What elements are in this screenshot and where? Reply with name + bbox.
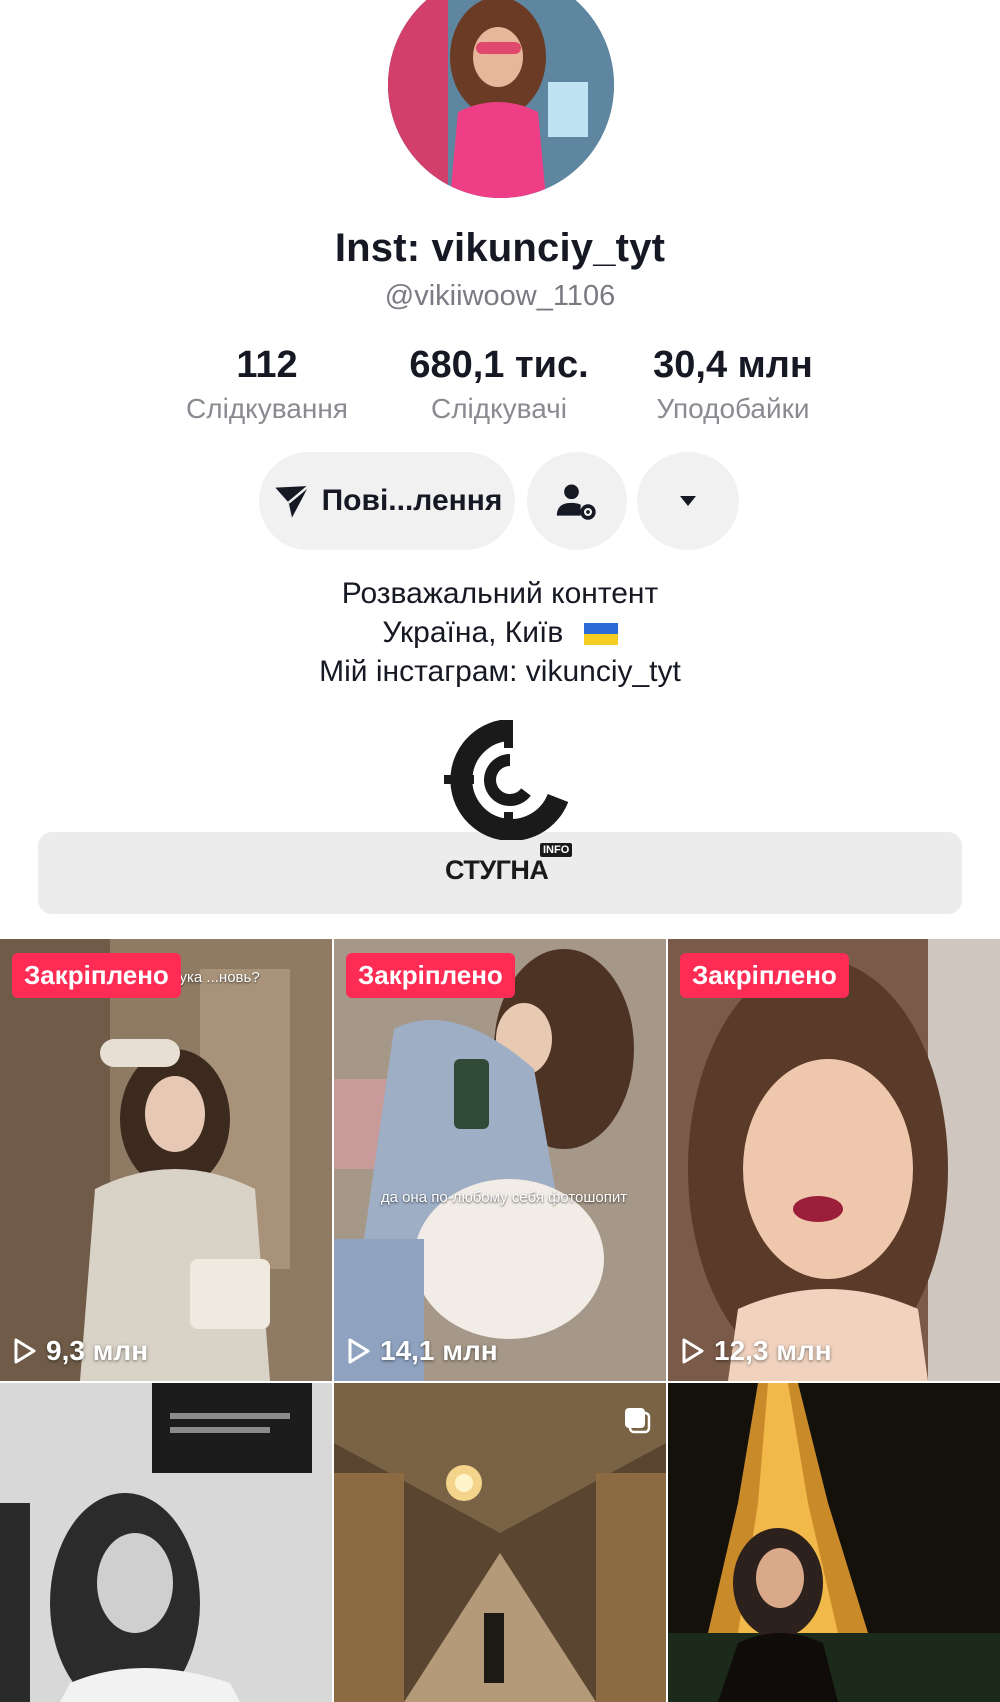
watermark-text: СТУГНА	[445, 855, 549, 885]
pinned-badge-1: Закріплено	[12, 953, 181, 998]
video-tile-3[interactable]: Закріплено 12,3 млн	[668, 939, 1000, 1381]
video-thumbnail-1	[0, 939, 332, 1381]
video-tile-6[interactable]	[668, 1383, 1000, 1702]
view-count-text-3: 12,3 млн	[714, 1335, 832, 1366]
video-thumbnail-6	[668, 1383, 1000, 1702]
video-thumbnail-5	[334, 1383, 666, 1702]
stat-following-label: Слідкування	[186, 393, 348, 424]
view-count-2: 14,1 млн	[346, 1335, 498, 1367]
profile-avatar[interactable]	[388, 0, 614, 198]
avatar-image	[388, 0, 614, 198]
play-icon	[682, 1338, 704, 1364]
stat-likes-value: 30,4 млн	[653, 344, 813, 386]
user-gear-icon	[556, 484, 596, 520]
play-icon	[14, 1338, 36, 1364]
message-button[interactable]: Пові...лення	[259, 452, 515, 550]
bio-line-3[interactable]: Мій інстаграм: vikunciy_tyt	[0, 655, 1000, 689]
stat-following-value: 112	[236, 344, 298, 386]
username: @vikiiwoow_1106	[384, 280, 616, 312]
crosshair-logo-icon	[444, 719, 569, 841]
caret-down-icon	[680, 496, 696, 506]
view-count-1: 9,3 млн	[12, 1335, 148, 1367]
video-thumbnail-3	[668, 939, 1000, 1381]
view-count-3: 12,3 млн	[680, 1335, 832, 1367]
ukraine-flag-icon	[583, 623, 618, 646]
stat-followers-value: 680,1 тис.	[409, 344, 589, 386]
stat-likes-label: Уподобайки	[656, 393, 810, 424]
stat-followers-label: Слідкувачі	[430, 393, 567, 424]
stat-likes[interactable]: 30,4 млн Уподобайки	[608, 344, 858, 425]
video-caption-2: да она по-любому себя фотошопит	[380, 1189, 628, 1206]
pinned-badge-2: Закріплено	[346, 953, 515, 998]
watermark-sup: INFO	[540, 843, 573, 857]
bio-line-1: Розважальний контент	[341, 577, 659, 610]
send-icon	[274, 485, 310, 518]
bio-location: Україна, Київ	[382, 616, 564, 649]
stat-followers[interactable]: 680,1 тис. Слідкувачі	[374, 344, 624, 425]
more-button[interactable]	[637, 452, 739, 550]
video-tile-5[interactable]	[334, 1383, 666, 1702]
video-tile-4[interactable]	[0, 1383, 332, 1702]
display-name: Inst: vikunciy_tyt	[334, 226, 666, 270]
view-count-text-2: 14,1 млн	[380, 1335, 498, 1366]
bio-line-2: Україна, Київ	[0, 616, 1000, 650]
video-thumbnail-4	[0, 1383, 332, 1702]
pinned-badge-3: Закріплено	[680, 953, 849, 998]
video-thumbnail-2	[334, 939, 666, 1381]
view-count-text-1: 9,3 млн	[46, 1335, 149, 1366]
video-tile-2[interactable]: да она по-любому себя фотошопит Закріпле…	[334, 939, 666, 1381]
add-friend-button[interactable]	[527, 452, 627, 550]
play-icon	[348, 1338, 370, 1364]
photo-carousel-icon	[625, 1408, 651, 1434]
video-tile-1[interactable]: ...кука ...новь? Закріплено 9,3 млн	[0, 939, 332, 1381]
message-button-label: Пові...лення	[321, 484, 503, 517]
stat-following[interactable]: 112 Слідкування	[142, 344, 392, 425]
